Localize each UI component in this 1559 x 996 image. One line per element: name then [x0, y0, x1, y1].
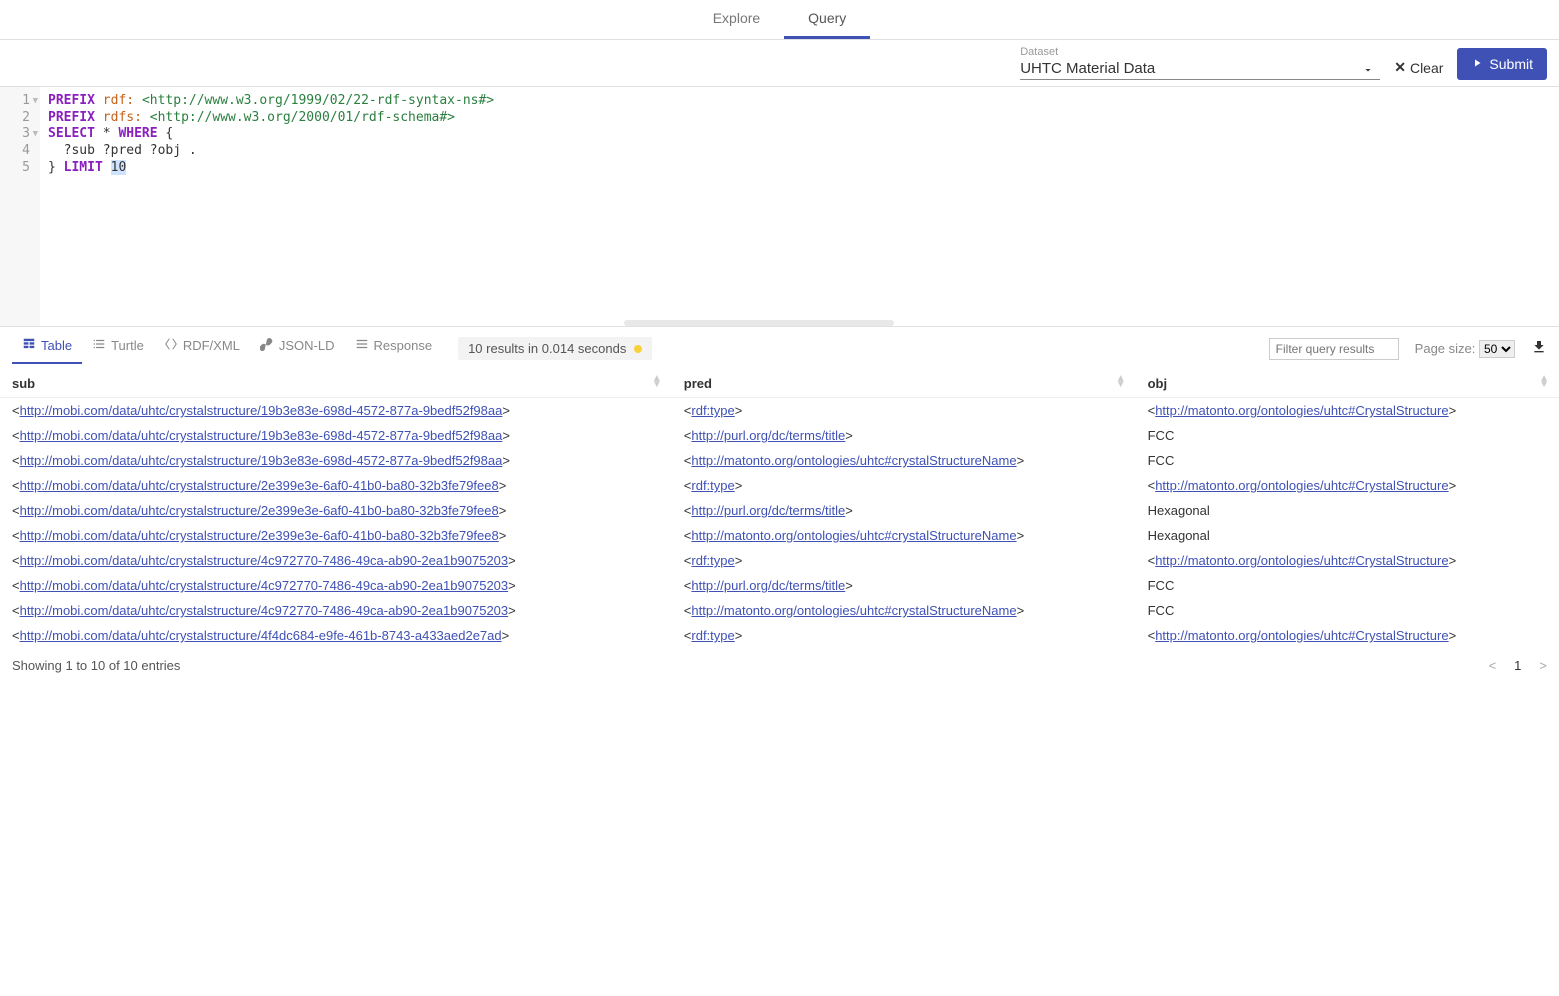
sub-link[interactable]: http://mobi.com/data/uhtc/crystalstructu…: [20, 528, 499, 543]
list-icon: [355, 337, 369, 354]
controls-bar: Dataset UHTC Material Data ✕ Clear Submi…: [0, 40, 1559, 87]
status-dot-icon: [634, 345, 642, 353]
pred-link[interactable]: http://matonto.org/ontologies/uhtc#cryst…: [691, 453, 1016, 468]
obj-literal: FCC: [1136, 573, 1559, 598]
tab-explore[interactable]: Explore: [689, 0, 784, 39]
obj-literal: FCC: [1136, 448, 1559, 473]
editor-gutter: 1▼ 2 3▼ 4 5: [0, 87, 40, 326]
table-row: <http://mobi.com/data/uhtc/crystalstruct…: [0, 523, 1559, 548]
list-icon: [92, 337, 106, 354]
dataset-selector[interactable]: Dataset UHTC Material Data: [1020, 46, 1380, 80]
page-size-select[interactable]: 50: [1479, 340, 1515, 358]
obj-literal: FCC: [1136, 598, 1559, 623]
pred-link[interactable]: http://purl.org/dc/terms/title: [691, 578, 845, 593]
table-footer: Showing 1 to 10 of 10 entries < 1 >: [0, 648, 1559, 683]
table-row: <http://mobi.com/data/uhtc/crystalstruct…: [0, 498, 1559, 523]
obj-literal: FCC: [1136, 423, 1559, 448]
sub-link[interactable]: http://mobi.com/data/uhtc/crystalstructu…: [20, 403, 503, 418]
link-icon: [260, 337, 274, 354]
sort-icon: ▲▼: [652, 376, 662, 388]
result-controls: Table Turtle RDF/XML JSON-LD Response 10…: [0, 327, 1559, 370]
clear-button[interactable]: ✕ Clear: [1394, 59, 1443, 80]
format-tab-table[interactable]: Table: [12, 333, 82, 364]
table-icon: [22, 337, 36, 354]
table-row: <http://mobi.com/data/uhtc/crystalstruct…: [0, 398, 1559, 424]
submit-button[interactable]: Submit: [1457, 48, 1547, 80]
submit-label: Submit: [1489, 56, 1533, 72]
table-row: <http://mobi.com/data/uhtc/crystalstruct…: [0, 623, 1559, 648]
format-tab-turtle[interactable]: Turtle: [82, 333, 154, 364]
col-obj[interactable]: obj▲▼: [1136, 370, 1559, 398]
pred-link[interactable]: http://purl.org/dc/terms/title: [691, 503, 845, 518]
filter-input[interactable]: [1269, 338, 1399, 360]
obj-link[interactable]: http://matonto.org/ontologies/uhtc#Cryst…: [1155, 478, 1448, 493]
play-icon: [1471, 56, 1483, 72]
col-sub[interactable]: sub▲▼: [0, 370, 672, 398]
table-row: <http://mobi.com/data/uhtc/crystalstruct…: [0, 423, 1559, 448]
pager-prev[interactable]: <: [1489, 658, 1497, 673]
format-tab-rdfxml[interactable]: RDF/XML: [154, 333, 250, 364]
pred-link[interactable]: rdf:type: [691, 628, 734, 643]
sub-link[interactable]: http://mobi.com/data/uhtc/crystalstructu…: [20, 553, 509, 568]
sub-link[interactable]: http://mobi.com/data/uhtc/crystalstructu…: [20, 428, 503, 443]
obj-link[interactable]: http://matonto.org/ontologies/uhtc#Cryst…: [1155, 553, 1448, 568]
download-icon[interactable]: [1531, 339, 1547, 358]
table-row: <http://mobi.com/data/uhtc/crystalstruct…: [0, 448, 1559, 473]
entries-info: Showing 1 to 10 of 10 entries: [12, 658, 180, 673]
table-row: <http://mobi.com/data/uhtc/crystalstruct…: [0, 473, 1559, 498]
sub-link[interactable]: http://mobi.com/data/uhtc/crystalstructu…: [20, 478, 499, 493]
code-icon: [164, 337, 178, 354]
dataset-label: Dataset: [1020, 46, 1380, 58]
obj-literal: Hexagonal: [1136, 523, 1559, 548]
pred-link[interactable]: rdf:type: [691, 478, 734, 493]
tab-query[interactable]: Query: [784, 0, 870, 39]
sub-link[interactable]: http://mobi.com/data/uhtc/crystalstructu…: [20, 453, 503, 468]
pager-next[interactable]: >: [1539, 658, 1547, 673]
clear-label: Clear: [1410, 60, 1443, 76]
col-pred[interactable]: pred▲▼: [672, 370, 1136, 398]
table-row: <http://mobi.com/data/uhtc/crystalstruct…: [0, 573, 1559, 598]
obj-literal: Hexagonal: [1136, 498, 1559, 523]
scroll-indicator[interactable]: [624, 320, 894, 326]
pred-link[interactable]: http://matonto.org/ontologies/uhtc#cryst…: [691, 603, 1016, 618]
query-status: 10 results in 0.014 seconds: [458, 337, 652, 360]
pred-link[interactable]: http://purl.org/dc/terms/title: [691, 428, 845, 443]
table-row: <http://mobi.com/data/uhtc/crystalstruct…: [0, 598, 1559, 623]
sub-link[interactable]: http://mobi.com/data/uhtc/crystalstructu…: [20, 603, 509, 618]
pred-link[interactable]: http://matonto.org/ontologies/uhtc#cryst…: [691, 528, 1016, 543]
pred-link[interactable]: rdf:type: [691, 553, 734, 568]
dataset-value[interactable]: UHTC Material Data: [1020, 58, 1380, 80]
format-tabs: Table Turtle RDF/XML JSON-LD Response: [12, 333, 442, 364]
query-editor[interactable]: 1▼ 2 3▼ 4 5 PREFIX rdf: <http://www.w3.o…: [0, 87, 1559, 327]
pred-link[interactable]: rdf:type: [691, 403, 734, 418]
close-icon: ✕: [1394, 59, 1406, 76]
top-tabs: Explore Query: [0, 0, 1559, 40]
sort-icon: ▲▼: [1116, 376, 1126, 388]
sort-icon: ▲▼: [1539, 376, 1549, 388]
format-tab-response[interactable]: Response: [345, 333, 443, 364]
sub-link[interactable]: http://mobi.com/data/uhtc/crystalstructu…: [20, 578, 509, 593]
page-size-control: Page size: 50: [1415, 340, 1515, 358]
format-tab-jsonld[interactable]: JSON-LD: [250, 333, 345, 364]
editor-code[interactable]: PREFIX rdf: <http://www.w3.org/1999/02/2…: [40, 87, 1559, 326]
sub-link[interactable]: http://mobi.com/data/uhtc/crystalstructu…: [20, 628, 502, 643]
pager: < 1 >: [1489, 658, 1547, 673]
table-row: <http://mobi.com/data/uhtc/crystalstruct…: [0, 548, 1559, 573]
pager-current[interactable]: 1: [1514, 658, 1521, 673]
obj-link[interactable]: http://matonto.org/ontologies/uhtc#Cryst…: [1155, 628, 1448, 643]
sub-link[interactable]: http://mobi.com/data/uhtc/crystalstructu…: [20, 503, 499, 518]
obj-link[interactable]: http://matonto.org/ontologies/uhtc#Cryst…: [1155, 403, 1448, 418]
results-table: sub▲▼ pred▲▼ obj▲▼ <http://mobi.com/data…: [0, 370, 1559, 648]
